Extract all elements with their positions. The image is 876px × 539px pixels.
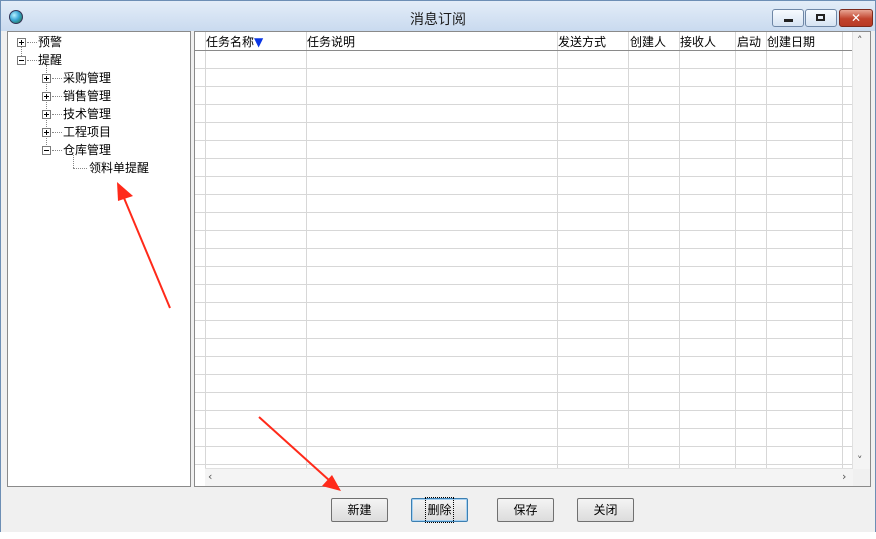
message-subscription-window: 消息订阅 ✕ 预警 提醒 采购管理 销售管理 技术管理 工程项目 仓库管理 领料…: [0, 0, 876, 539]
grid-column-divider: [306, 32, 307, 470]
grid-column-divider: [842, 32, 843, 470]
grid-column-divider: [557, 32, 558, 470]
save-button[interactable]: 保存: [497, 498, 554, 522]
minimize-button[interactable]: [772, 9, 804, 27]
grid-row-divider: [195, 320, 855, 321]
vertical-scrollbar[interactable]: ˄ ˅: [852, 32, 870, 470]
grid-row-divider: [195, 284, 855, 285]
scroll-up-icon[interactable]: ˄: [857, 34, 863, 47]
grid-row-divider: [195, 158, 855, 159]
tree-node-warning[interactable]: 预警: [38, 33, 62, 51]
grid-row-divider: [195, 374, 855, 375]
grid-row-divider: [195, 356, 855, 357]
grid-row-divider: [195, 104, 855, 105]
column-header-enabled[interactable]: 启动: [737, 34, 761, 50]
grid-row-divider: [195, 410, 855, 411]
tree-node-purchasing[interactable]: 采购管理: [63, 69, 111, 87]
tree-node-technical[interactable]: 技术管理: [63, 105, 111, 123]
tree-node-engineering[interactable]: 工程项目: [63, 123, 111, 141]
grid-column-divider: [205, 32, 206, 470]
bottom-edge: [0, 532, 876, 539]
minimize-icon: [784, 19, 793, 22]
grid-row-divider: [195, 464, 855, 465]
maximize-button[interactable]: [805, 9, 837, 27]
grid-row-divider: [195, 338, 855, 339]
tree-node-warehouse[interactable]: 仓库管理: [63, 141, 111, 159]
expand-plus-icon[interactable]: [42, 110, 51, 119]
grid-row-divider: [195, 140, 855, 141]
grid-row-divider: [195, 392, 855, 393]
delete-button[interactable]: 删除: [411, 497, 468, 523]
expand-plus-icon[interactable]: [17, 38, 26, 47]
scroll-right-icon[interactable]: ›: [842, 470, 846, 483]
category-tree[interactable]: 预警 提醒 采购管理 销售管理 技术管理 工程项目 仓库管理 领料单提醒: [7, 31, 191, 487]
expand-plus-icon[interactable]: [42, 74, 51, 83]
scroll-down-icon[interactable]: ˅: [857, 454, 863, 467]
tree-node-reminder[interactable]: 提醒: [38, 51, 62, 69]
column-header-task-description[interactable]: 任务说明: [307, 34, 355, 50]
grid-row-divider: [195, 86, 855, 87]
close-window-button[interactable]: ✕: [839, 9, 873, 27]
window-title: 消息订阅: [410, 12, 466, 28]
grid-row-divider: [195, 266, 855, 267]
grid-row-divider: [195, 212, 855, 213]
column-header-receiver[interactable]: 接收人: [680, 34, 716, 50]
column-header-created-date[interactable]: 创建日期: [767, 34, 815, 50]
maximize-icon: [816, 14, 825, 21]
grid-row-divider: [195, 194, 855, 195]
expand-plus-icon[interactable]: [42, 92, 51, 101]
new-button[interactable]: 新建: [331, 498, 388, 522]
grid-column-divider: [735, 32, 736, 470]
column-header-send-method[interactable]: 发送方式: [558, 34, 606, 50]
horizontal-scrollbar[interactable]: ‹ ›: [205, 468, 853, 486]
grid-row-divider: [195, 302, 855, 303]
scrollbar-corner: [853, 469, 870, 486]
grid-column-divider: [766, 32, 767, 470]
grid-header-divider: [195, 50, 855, 51]
grid-row-divider: [195, 428, 855, 429]
column-header-creator[interactable]: 创建人: [630, 34, 666, 50]
scroll-left-icon[interactable]: ‹: [208, 470, 212, 483]
grid-row-divider: [195, 176, 855, 177]
grid-row-divider: [195, 446, 855, 447]
tree-node-material-requisition-reminder[interactable]: 领料单提醒: [89, 159, 149, 177]
grid-column-divider: [679, 32, 680, 470]
expand-plus-icon[interactable]: [42, 128, 51, 137]
column-header-task-name[interactable]: 任务名称▼: [206, 34, 263, 50]
collapse-minus-icon[interactable]: [42, 146, 51, 155]
close-icon: ✕: [850, 11, 862, 25]
sort-desc-icon: ▼: [254, 35, 264, 49]
tree-node-sales[interactable]: 销售管理: [63, 87, 111, 105]
grid-row-divider: [195, 230, 855, 231]
grid-row-divider: [195, 122, 855, 123]
task-grid[interactable]: 任务名称▼ 任务说明 发送方式 创建人 接收人 启动 创建日期 ˄ ˅ ‹ ›: [194, 31, 871, 487]
collapse-minus-icon[interactable]: [17, 56, 26, 65]
title-bar[interactable]: 消息订阅 ✕: [1, 1, 875, 31]
close-button[interactable]: 关闭: [577, 498, 634, 522]
grid-column-divider: [628, 32, 629, 470]
grid-row-divider: [195, 248, 855, 249]
grid-row-divider: [195, 68, 855, 69]
